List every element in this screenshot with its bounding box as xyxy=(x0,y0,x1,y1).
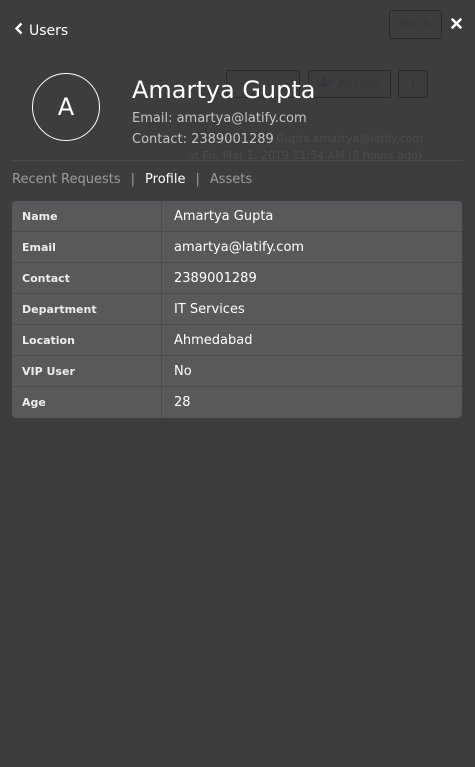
tab-separator: | xyxy=(130,172,136,187)
field-label: Age xyxy=(12,387,162,418)
table-row: Email amartya@latify.com xyxy=(12,232,462,263)
avatar-initial: A xyxy=(57,93,75,121)
field-label: Contact xyxy=(12,263,162,293)
tab-separator: | xyxy=(195,172,200,187)
tab-recent-requests[interactable]: Recent Requests xyxy=(12,172,121,187)
field-label: Location xyxy=(12,325,162,355)
table-row: VIP User No xyxy=(12,356,462,387)
user-name-heading: Amartya Gupta xyxy=(132,76,316,104)
field-value: IT Services xyxy=(174,301,245,317)
field-label: Name xyxy=(12,201,162,231)
chevron-left-icon xyxy=(14,22,23,39)
table-row: Contact 2389001289 xyxy=(12,263,462,294)
field-value: No xyxy=(174,363,192,379)
back-to-users-link[interactable]: Users xyxy=(14,22,68,39)
field-value: amartya@latify.com xyxy=(174,239,305,255)
panel-header: Users xyxy=(0,0,475,62)
field-value: Amartya Gupta xyxy=(174,208,274,224)
close-button[interactable] xyxy=(447,14,465,32)
table-row: Age 28 xyxy=(12,387,462,418)
user-email-line: Email: amartya@latify.com xyxy=(132,111,307,126)
detail-tabs: Recent Requests | Profile | Assets xyxy=(12,172,252,187)
user-contact-line: Contact: 2389001289 xyxy=(132,132,274,147)
field-label: VIP User xyxy=(12,356,162,386)
tab-assets[interactable]: Assets xyxy=(210,172,252,187)
close-icon xyxy=(450,14,462,33)
field-value: 28 xyxy=(174,395,191,410)
user-detail-panel: Users A Amartya Gupta Email: amartya@lat… xyxy=(0,0,475,767)
back-link-label: Users xyxy=(29,22,69,39)
table-row: Name Amartya Gupta xyxy=(12,201,462,232)
field-value: Ahmedabad xyxy=(174,332,253,348)
table-row: Location Ahmedabad xyxy=(12,325,462,356)
field-label: Email xyxy=(12,232,162,262)
avatar: A xyxy=(32,73,100,141)
table-row: Department IT Services xyxy=(12,294,462,325)
tab-profile[interactable]: Profile xyxy=(145,172,185,187)
field-value: 2389001289 xyxy=(174,270,257,286)
profile-table: Name Amartya Gupta Email amartya@latify.… xyxy=(12,201,462,418)
field-label: Department xyxy=(12,294,162,324)
